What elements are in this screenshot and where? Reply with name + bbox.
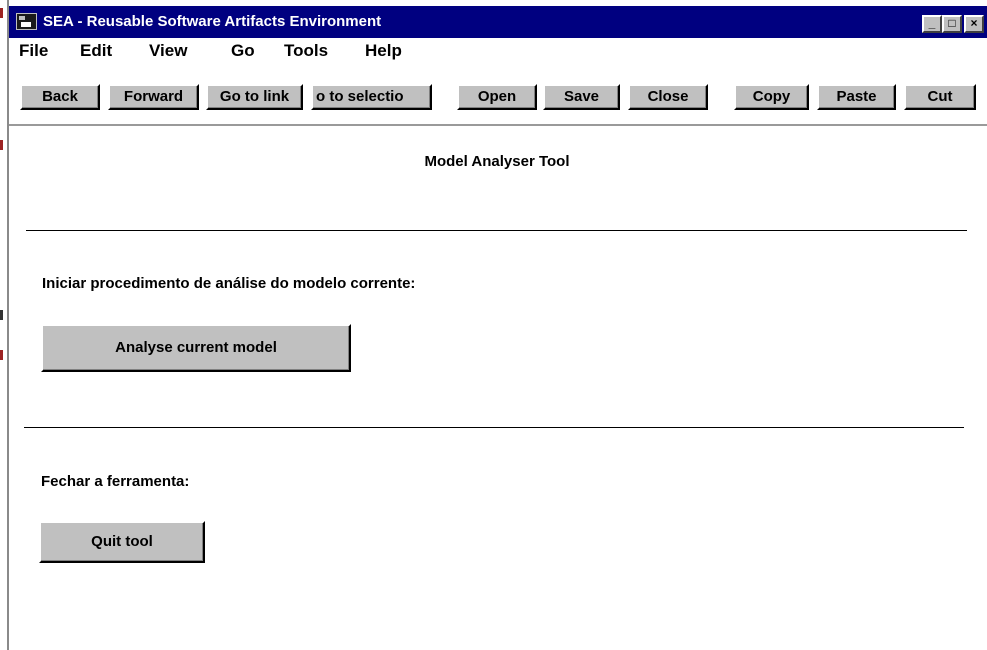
close-window-button[interactable]: × (964, 15, 984, 33)
edge-mark (0, 140, 3, 150)
menu-go[interactable]: Go (231, 40, 255, 62)
content-area: Model Analyser Tool Iniciar procedimento… (9, 126, 987, 650)
go-to-selection-button[interactable]: o to selectio (311, 84, 432, 110)
menu-view[interactable]: View (149, 40, 187, 62)
page-title: Model Analyser Tool (424, 153, 570, 170)
edge-mark (0, 350, 3, 360)
cut-button[interactable]: Cut (904, 84, 976, 110)
paste-button[interactable]: Paste (817, 84, 896, 110)
section-divider (24, 427, 964, 428)
copy-button[interactable]: Copy (734, 84, 809, 110)
toolbar: Back Forward Go to link o to selectio Op… (9, 64, 987, 126)
app-window-icon[interactable] (16, 13, 37, 30)
menu-file[interactable]: File (19, 40, 48, 62)
close-button[interactable]: Close (628, 84, 708, 110)
maximize-icon: □ (948, 16, 956, 30)
save-button[interactable]: Save (543, 84, 620, 110)
analyse-current-model-button[interactable]: Analyse current model (41, 324, 351, 372)
forward-button[interactable]: Forward (108, 84, 199, 110)
edge-mark (0, 8, 3, 18)
menu-tools[interactable]: Tools (284, 40, 328, 62)
close-icon: × (970, 16, 978, 30)
section-divider (26, 230, 967, 231)
edge-mark (0, 310, 3, 320)
minimize-icon: _ (928, 16, 936, 30)
go-to-link-button[interactable]: Go to link (206, 84, 303, 110)
screen: SEA - Reusable Software Artifacts Enviro… (0, 0, 987, 650)
close-prompt: Fechar a ferramenta: (41, 473, 190, 490)
app-window: SEA - Reusable Software Artifacts Enviro… (9, 6, 987, 650)
minimize-button[interactable]: _ (922, 15, 942, 33)
title-bar[interactable]: SEA - Reusable Software Artifacts Enviro… (9, 6, 987, 38)
back-button[interactable]: Back (20, 84, 100, 110)
menu-help[interactable]: Help (365, 40, 402, 62)
menu-edit[interactable]: Edit (80, 40, 112, 62)
menu-bar: File Edit View Go Tools Help (9, 38, 987, 64)
analyse-prompt: Iniciar procedimento de análise do model… (42, 275, 416, 292)
background-window-edge (0, 0, 9, 650)
quit-tool-button[interactable]: Quit tool (39, 521, 205, 563)
maximize-button[interactable]: □ (942, 15, 962, 33)
open-button[interactable]: Open (457, 84, 537, 110)
window-title: SEA - Reusable Software Artifacts Enviro… (43, 13, 382, 30)
